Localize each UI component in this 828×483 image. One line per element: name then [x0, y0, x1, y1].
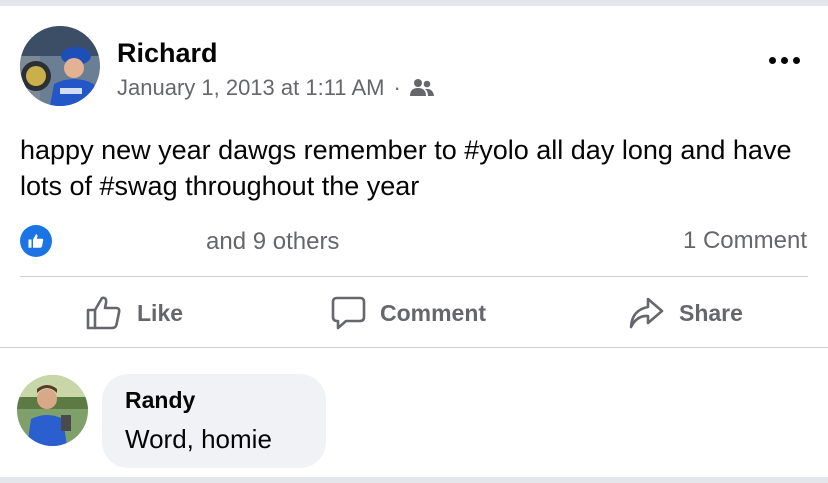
- more-options-icon[interactable]: [762, 48, 806, 72]
- reactions-summary[interactable]: and 9 others: [206, 228, 339, 256]
- post-text: happy new year dawgs remember to #yolo a…: [20, 135, 792, 201]
- like-button[interactable]: Like: [85, 292, 183, 334]
- post-meta: January 1, 2013 at 1:11 AM ·: [117, 75, 435, 101]
- share-label: Share: [679, 299, 743, 326]
- author-avatar-photo: [20, 26, 100, 106]
- share-button[interactable]: Share: [628, 292, 743, 334]
- comment-button[interactable]: Comment: [330, 292, 486, 334]
- comments-count[interactable]: 1 Comment: [683, 227, 807, 255]
- more-dot: [780, 56, 788, 64]
- post-timestamp[interactable]: January 1, 2013 at 1:11 AM: [117, 75, 384, 101]
- top-feed-divider: [0, 0, 828, 6]
- like-label: Like: [137, 299, 184, 326]
- meta-separator: ·: [393, 75, 401, 100]
- more-dot: [768, 56, 776, 64]
- comments-divider: [0, 347, 828, 348]
- comment-bubble-icon: [331, 296, 366, 330]
- commenter-name[interactable]: Randy: [125, 387, 195, 414]
- comment-text: Word, homie: [125, 424, 272, 454]
- post-author-name[interactable]: Richard: [117, 38, 218, 69]
- share-arrow-icon: [629, 297, 664, 329]
- commenter-avatar[interactable]: [17, 375, 88, 446]
- comment-label: Comment: [380, 299, 487, 326]
- thumbs-up-icon: [86, 296, 121, 330]
- friends-icon: [409, 78, 435, 98]
- commenter-avatar-photo: [17, 375, 88, 446]
- more-dot: [792, 56, 800, 64]
- author-avatar[interactable]: [20, 26, 100, 106]
- bottom-feed-divider: [0, 477, 828, 483]
- comment-bubble: Randy Word, homie: [102, 374, 326, 468]
- like-reaction-icon[interactable]: [20, 225, 52, 257]
- actions-divider: [20, 276, 808, 277]
